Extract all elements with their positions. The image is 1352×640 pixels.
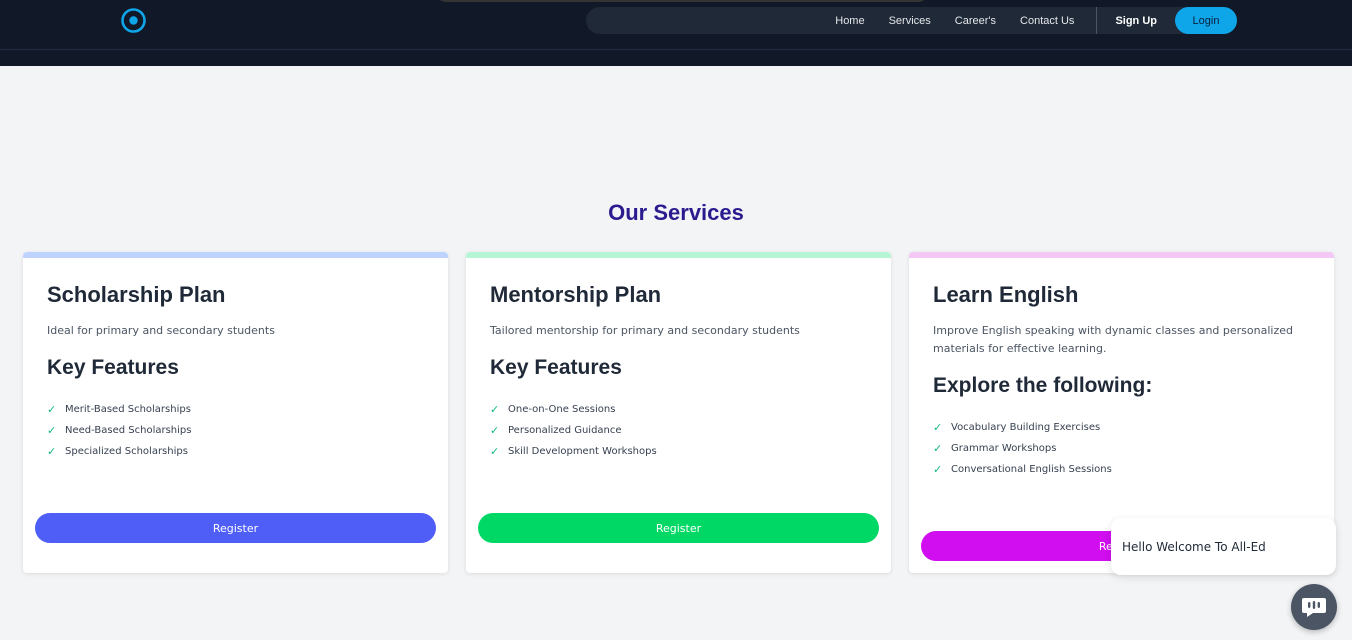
section-title: Our Services: [608, 200, 744, 225]
check-icon: ✓: [47, 445, 57, 458]
card-subheading: Explore the following:: [933, 374, 1153, 397]
feature-item: ✓ One-on-One Sessions: [490, 399, 657, 420]
check-icon: ✓: [490, 403, 500, 416]
card-accent-bar: [23, 252, 448, 258]
feature-label: Specialized Scholarships: [65, 446, 188, 457]
card-description: Ideal for primary and secondary students: [47, 324, 275, 337]
top-navbar: Home Services Career's Contact Us Sign U…: [0, 0, 1352, 66]
header-glow: [436, 0, 928, 2]
chat-icon: [1302, 598, 1326, 617]
card-title: Learn English: [933, 282, 1079, 307]
card-description: Improve English speaking with dynamic cl…: [933, 324, 1293, 355]
check-icon: ✓: [490, 445, 500, 458]
feature-item: ✓ Need-Based Scholarships: [47, 420, 191, 441]
chat-greeting-bubble[interactable]: Hello Welcome To All-Ed: [1111, 518, 1336, 575]
feature-label: Merit-Based Scholarships: [65, 404, 191, 415]
card-accent-bar: [909, 252, 1334, 258]
check-icon: ✓: [933, 463, 943, 476]
chat-launcher-button[interactable]: [1291, 584, 1337, 630]
feature-item: ✓ Vocabulary Building Exercises: [933, 417, 1112, 438]
login-button[interactable]: Login: [1175, 7, 1237, 34]
service-card-scholarship: Scholarship Plan Ideal for primary and s…: [23, 252, 448, 573]
card-subheading: Key Features: [490, 356, 622, 379]
card-subheading: Key Features: [47, 356, 179, 379]
nav-link-home[interactable]: Home: [835, 15, 864, 27]
check-icon: ✓: [933, 421, 943, 434]
feature-item: ✓ Personalized Guidance: [490, 420, 657, 441]
feature-label: Vocabulary Building Exercises: [951, 422, 1101, 433]
feature-label: Personalized Guidance: [508, 425, 622, 436]
card-accent-bar: [466, 252, 891, 258]
logo-icon[interactable]: [120, 7, 147, 34]
feature-label: Skill Development Workshops: [508, 446, 657, 457]
register-button[interactable]: Register: [35, 513, 436, 543]
chat-greeting-text: Hello Welcome To All-Ed: [1122, 539, 1266, 554]
feature-list: ✓ Vocabulary Building Exercises ✓ Grammar …: [933, 417, 1112, 480]
header-divider: [0, 49, 1352, 50]
register-button[interactable]: Register: [478, 513, 879, 543]
feature-label: Need-Based Scholarships: [65, 425, 192, 436]
feature-item: ✓ Merit-Based Scholarships: [47, 399, 191, 420]
feature-list: ✓ One-on-One Sessions ✓ Personalized Guida…: [490, 399, 657, 462]
check-icon: ✓: [490, 424, 500, 437]
nav-divider: [1096, 7, 1098, 34]
nav-link-careers[interactable]: Career's: [955, 15, 996, 27]
feature-item: ✓ Grammar Workshops: [933, 438, 1112, 459]
feature-label: Conversational English Sessions: [951, 464, 1112, 475]
feature-item: ✓ Conversational English Sessions: [933, 459, 1112, 480]
feature-item: ✓ Specialized Scholarships: [47, 441, 191, 462]
nav-menu: Home Services Career's Contact Us Sign U…: [586, 7, 1237, 34]
feature-label: One-on-One Sessions: [508, 404, 616, 415]
card-description: Tailored mentorship for primary and seco…: [490, 324, 800, 337]
service-card-mentorship: Mentorship Plan Tailored mentorship for …: [466, 252, 891, 573]
feature-list: ✓ Merit-Based Scholarships ✓ Need-Based Sc…: [47, 399, 191, 462]
card-title: Scholarship Plan: [47, 282, 226, 307]
nav-link-services[interactable]: Services: [889, 15, 931, 27]
sign-up-link[interactable]: Sign Up: [1115, 15, 1157, 27]
check-icon: ✓: [47, 403, 57, 416]
feature-label: Grammar Workshops: [951, 443, 1057, 454]
check-icon: ✓: [47, 424, 57, 437]
card-title: Mentorship Plan: [490, 282, 662, 307]
feature-item: ✓ Skill Development Workshops: [490, 441, 657, 462]
nav-links: Home Services Career's Contact Us Sign U…: [835, 7, 1237, 34]
nav-link-contact-us[interactable]: Contact Us: [1020, 15, 1074, 27]
check-icon: ✓: [933, 442, 943, 455]
